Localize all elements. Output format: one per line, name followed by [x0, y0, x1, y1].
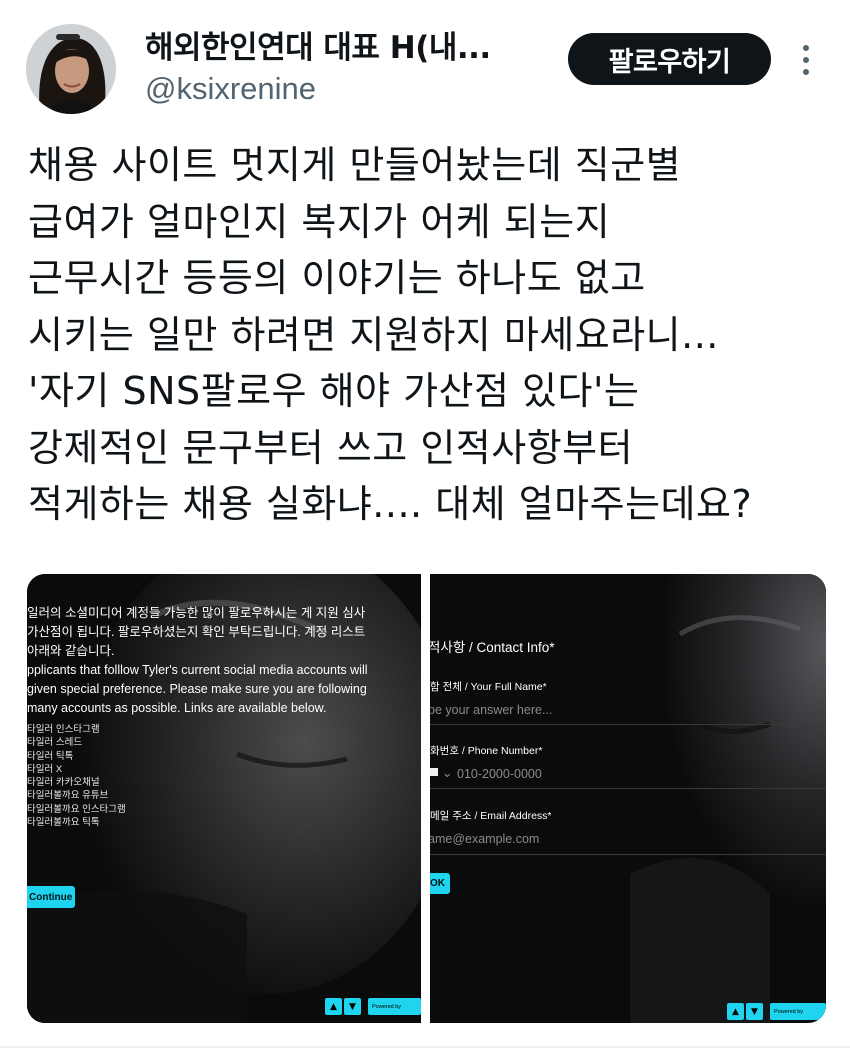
tweet-text-line: 강제적인 문구부터 쓰고 인적사항부터 [28, 425, 634, 470]
notice-line: 아래와 같습니다. [27, 644, 115, 658]
powered-by-badge[interactable]: Powered by [368, 998, 421, 1015]
social-link[interactable]: 타일러 인스타그램 [27, 723, 126, 736]
field-label: 메일 주소 / Email Address* [430, 810, 552, 822]
notice-line: pplicants that folllow Tyler's current s… [27, 663, 368, 677]
chevron-up-icon[interactable]: ▲ [325, 998, 342, 1015]
email-input[interactable]: ame@example.com [430, 832, 539, 846]
social-link[interactable]: 타일러 틱톡 [27, 750, 126, 763]
chevron-down-icon[interactable]: ▼ [344, 998, 361, 1015]
full-name-input[interactable]: pe your answer here... [430, 703, 552, 717]
country-flag-icon[interactable] [430, 768, 438, 776]
social-link[interactable]: 타일러 카카오채널 [27, 776, 126, 789]
display-name[interactable]: 해외한인연대 대표 H(내... [145, 22, 491, 67]
input-underline [430, 788, 826, 789]
input-underline [430, 724, 826, 725]
notice-line: many accounts as possible. Links are ava… [27, 701, 327, 715]
chevron-down-icon[interactable]: ⌄ [442, 765, 452, 780]
follow-button[interactable]: 팔로우하기 [568, 33, 771, 85]
divider [0, 1046, 850, 1048]
phone-number-input[interactable]: 010-2000-0000 [457, 767, 542, 781]
chevron-up-icon[interactable]: ▲ [727, 1003, 744, 1020]
input-underline [430, 854, 826, 855]
ok-button[interactable]: OK [430, 873, 450, 894]
notice-line: given special preference. Please make su… [27, 682, 367, 696]
notice-line: 일러의 소셜미디어 계정들 가능한 많이 팔로우하시는 게 지원 심사 [27, 606, 366, 620]
continue-button[interactable]: Continue [27, 886, 75, 908]
tweet-text: 채용 사이트 멋지게 만들어놨는데 직군별 급여가 얼마인지 복지가 어케 되는… [28, 137, 828, 533]
field-label: 함 전체 / Your Full Name* [430, 681, 547, 693]
chevron-down-icon[interactable]: ▼ [746, 1003, 763, 1020]
tweet-text-line: '자기 SNS팔로우 해야 가산점 있다'는 [28, 369, 640, 413]
powered-by-badge[interactable]: Powered by [770, 1003, 826, 1020]
tweet-image-right[interactable]: 적사항 / Contact Info* 함 전체 / Your Full Nam… [430, 574, 826, 1023]
user-handle[interactable]: @ksixrenine [145, 71, 316, 107]
tweet-image-left[interactable]: 일러의 소셜미디어 계정들 가능한 많이 팔로우하시는 게 지원 심사 가산점이… [27, 574, 421, 1023]
section-title: 적사항 / Contact Info* [430, 640, 555, 655]
tweet-text-line: 급여가 얼마인지 복지가 어케 되는지 [28, 199, 611, 244]
tweet-text-line: 채용 사이트 멋지게 만들어놨는데 직군별 [28, 143, 682, 187]
avatar[interactable] [26, 24, 116, 114]
social-link[interactable]: 타일러 X [27, 763, 126, 776]
notice-line: 가산점이 됩니다. 팔로우하셨는지 확인 부탁드립니다. 계정 리스트 [27, 625, 366, 639]
more-vertical-icon[interactable] [796, 40, 816, 80]
social-link[interactable]: 타일러볼까요 유튜브 [27, 789, 126, 802]
social-link[interactable]: 타일러볼까요 틱톡 [27, 816, 126, 829]
tweet-text-line: 적게하는 채용 실화냐.... 대체 얼마주는데요? [28, 482, 753, 526]
avatar-photo [26, 24, 116, 114]
social-links-list: 타일러 인스타그램 타일러 스레드 타일러 틱톡 타일러 X 타일러 카카오채널… [27, 723, 126, 829]
tweet-text-line: 근무시간 등등의 이야기는 하나도 없고 [28, 256, 646, 300]
preference-notice: 일러의 소셜미디어 계정들 가능한 많이 팔로우하시는 게 지원 심사 가산점이… [27, 604, 368, 718]
social-link[interactable]: 타일러볼까요 인스타그램 [27, 803, 126, 816]
field-label: 화번호 / Phone Number* [430, 745, 543, 757]
social-link[interactable]: 타일러 스레드 [27, 736, 126, 749]
tweet-text-line: 시키는 일만 하려면 지원하지 마세요라니... [28, 312, 719, 357]
